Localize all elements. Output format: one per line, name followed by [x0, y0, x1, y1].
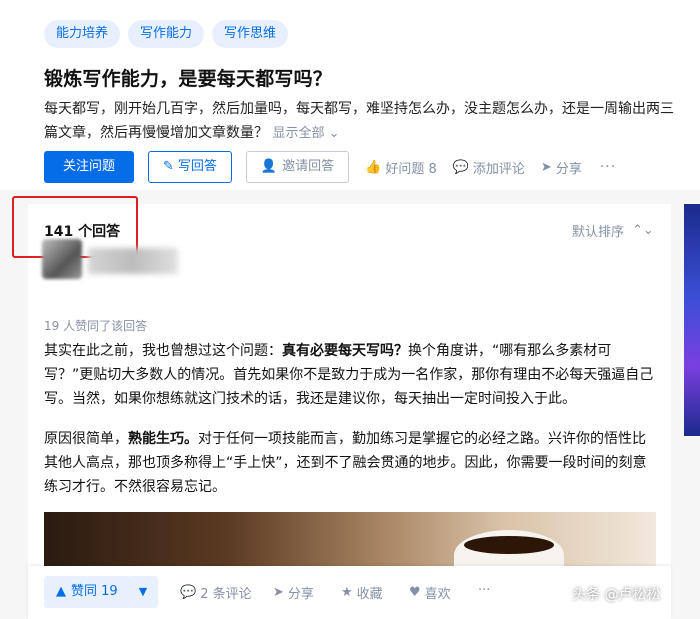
- good-question-button[interactable]: 👍 好问题 8: [365, 158, 437, 177]
- sort-selector[interactable]: 默认排序 ⌃⌄: [572, 221, 654, 240]
- answer-text: 其实在此之前，我也曾想过这个问题：: [44, 343, 282, 359]
- more-icon[interactable]: ···: [600, 159, 616, 175]
- comment-icon: 💬: [452, 159, 469, 175]
- comments-button[interactable]: 💬 2 条评论: [180, 583, 252, 602]
- like-button[interactable]: ♥ 喜欢: [409, 583, 451, 602]
- like-label: 喜欢: [424, 587, 451, 602]
- heart-icon: ♥: [409, 585, 421, 600]
- favorite-label: 收藏: [356, 587, 383, 602]
- topic-tag[interactable]: 能力培养: [44, 20, 121, 48]
- sort-toggle-icon: ⌃⌄: [632, 223, 654, 238]
- answer-paragraph: 其实在此之前，我也曾想过这个问题：真有必要每天写吗？换个角度讲，“哪有那么多素材…: [44, 339, 654, 411]
- write-answer-label: 写回答: [177, 159, 217, 174]
- sort-label: 默认排序: [572, 225, 625, 240]
- thumbs-up-icon: 👍: [365, 159, 382, 175]
- answer-text: 原因很简单，: [44, 431, 128, 447]
- avatar[interactable]: [42, 239, 82, 279]
- comment-icon: 💬: [180, 585, 197, 600]
- invite-answer-button[interactable]: 👤 邀请回答: [245, 151, 350, 183]
- share-icon: ➤: [273, 585, 284, 600]
- topic-tag[interactable]: 写作能力: [128, 20, 205, 48]
- invite-answer-label: 邀请回答: [282, 159, 335, 174]
- side-banner[interactable]: [684, 204, 700, 436]
- good-question-label: 好问题 8: [385, 161, 437, 177]
- pencil-icon: ✎: [163, 159, 174, 174]
- share-button[interactable]: ➤ 分享: [541, 158, 582, 177]
- watermark-text: 头条 @卢松松: [572, 587, 661, 603]
- add-user-icon: 👤: [260, 159, 278, 174]
- votes-note: 19 人赞同了该回答: [44, 319, 148, 333]
- topic-tags: 能力培养 写作能力 写作思维: [44, 20, 289, 48]
- answer-emphasis: 真有必要每天写吗？: [282, 343, 408, 359]
- question-title[interactable]: 锻炼写作能力，是要每天都写吗？: [44, 64, 332, 91]
- downvote-button[interactable]: ▼: [128, 576, 158, 608]
- upvote-button[interactable]: ▲ 赞同 19: [44, 576, 130, 608]
- more-icon: ···: [478, 583, 491, 598]
- comments-label: 2 条评论: [200, 587, 252, 602]
- show-all-label: 显示全部: [272, 126, 325, 141]
- add-comment-label: 添加评论: [472, 161, 525, 177]
- answer-image[interactable]: [44, 512, 656, 566]
- star-icon: ★: [341, 585, 353, 600]
- follow-question-button[interactable]: 关注问题: [44, 151, 134, 183]
- triangle-down-icon: ▼: [138, 585, 148, 598]
- share-label: 分享: [555, 161, 582, 177]
- question-actions: 关注问题 ✎ 写回答 👤 邀请回答 👍 好问题 8 💬 添加评论 ➤ 分享 ··…: [44, 151, 616, 183]
- answer-emphasis: 熟能生巧。: [128, 431, 198, 447]
- question-detail: 每天都写，刚开始几百字，然后加量吗，每天都写，难坚持怎么办，没主题怎么办，还是一…: [44, 97, 674, 146]
- add-comment-button[interactable]: 💬 添加评论: [453, 158, 525, 177]
- topic-tag[interactable]: 写作思维: [212, 20, 289, 48]
- question-detail-text: 每天都写，刚开始几百字，然后加量吗，每天都写，难坚持怎么办，没主题怎么办，还是一…: [44, 101, 674, 141]
- share-icon: ➤: [540, 159, 552, 175]
- author-name-blurred[interactable]: [88, 248, 178, 274]
- favorite-button[interactable]: ★ 收藏: [341, 583, 383, 602]
- coffee-surface-shape: [464, 536, 554, 554]
- show-all-link[interactable]: 显示全部 ⌄: [272, 126, 339, 141]
- upvote-label: 赞同 19: [71, 584, 118, 599]
- write-answer-button[interactable]: ✎ 写回答: [148, 151, 232, 183]
- more-actions-button[interactable]: ···: [478, 583, 490, 598]
- share-answer-button[interactable]: ➤ 分享: [273, 583, 314, 602]
- answer-paragraph: 原因很简单，熟能生巧。对于任何一项技能而言，勤加练习是掌握它的必经之路。兴许你的…: [44, 427, 654, 499]
- share-answer-label: 分享: [287, 587, 314, 602]
- watermark: 头条 @卢松松: [572, 584, 660, 604]
- triangle-up-icon: ▲: [56, 584, 66, 599]
- chevron-down-icon: ⌄: [328, 126, 340, 141]
